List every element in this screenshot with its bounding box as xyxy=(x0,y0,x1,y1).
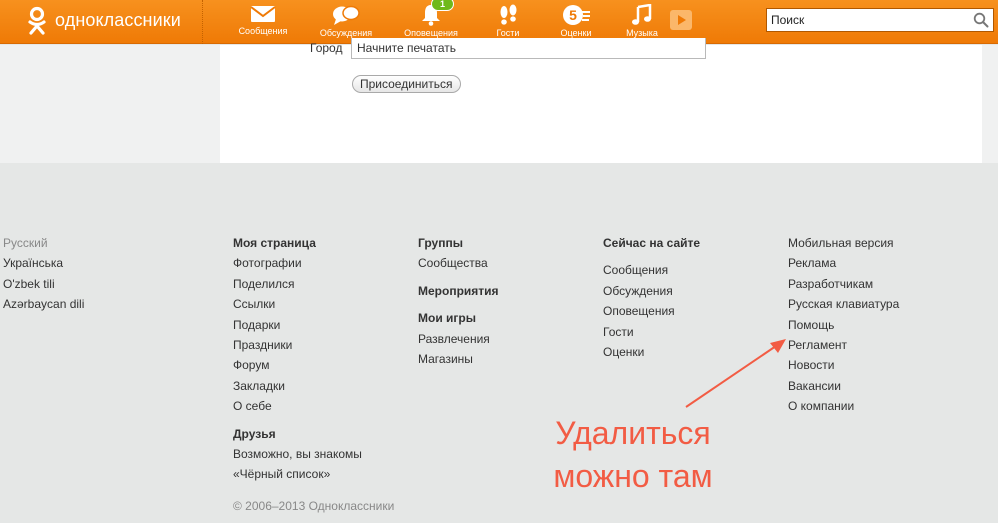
svg-text:5: 5 xyxy=(569,7,577,23)
rating-5-icon: 5 xyxy=(563,5,590,25)
city-label: Город xyxy=(310,41,343,55)
copyright: © 2006–2013 Одноклассники xyxy=(233,499,395,513)
footer-link-shops[interactable]: Магазины xyxy=(418,349,499,369)
left-gutter xyxy=(0,45,220,163)
footer-link-entertainment[interactable]: Развлечения xyxy=(418,329,499,349)
footer-link-guests[interactable]: Гости xyxy=(603,322,700,342)
notifications-badge: 1 xyxy=(431,0,455,11)
language-azerbaijani[interactable]: Azərbaycan dili xyxy=(3,294,84,314)
groups-heading[interactable]: Группы xyxy=(418,233,499,253)
city-input[interactable] xyxy=(351,38,706,59)
envelope-icon xyxy=(250,6,276,22)
footer-link-ads[interactable]: Реклама xyxy=(788,253,899,273)
footer-link-communities[interactable]: Сообщества xyxy=(418,253,499,273)
my-page-heading[interactable]: Моя страница xyxy=(233,233,362,253)
music-note-icon xyxy=(632,4,652,25)
footer-link-regulations[interactable]: Регламент xyxy=(788,335,899,355)
nav-ratings-label: Оценки xyxy=(560,28,592,38)
footer-my-page: Моя страница Фотографии Поделился Ссылки… xyxy=(233,233,362,485)
footer-link-forum[interactable]: Форум xyxy=(233,355,362,375)
footer-link-links[interactable]: Ссылки xyxy=(233,294,362,314)
games-heading[interactable]: Мои игры xyxy=(418,308,499,328)
nav-music-label: Музыка xyxy=(626,28,658,38)
footer-link-vacancies[interactable]: Вакансии xyxy=(788,376,899,396)
footer-link-notifications[interactable]: Оповещения xyxy=(603,301,700,321)
content-card xyxy=(220,45,982,163)
search-input[interactable] xyxy=(767,9,967,31)
nav-discussions-label: Обсуждения xyxy=(319,28,373,38)
footer-link-help[interactable]: Помощь xyxy=(788,315,899,335)
nav-messages[interactable]: Сообщения xyxy=(237,0,289,44)
music-player-button[interactable] xyxy=(670,10,692,30)
annotation-text: Удалиться можно там xyxy=(538,412,728,498)
footer-languages: Русский Українська O'zbek tili Azərbayca… xyxy=(3,233,84,315)
chat-bubbles-icon xyxy=(333,5,360,25)
footer-service-links: Мобильная версия Реклама Разработчикам Р… xyxy=(788,233,899,417)
search-icon[interactable] xyxy=(973,12,989,28)
ok-logo-icon xyxy=(28,6,46,35)
language-ukrainian[interactable]: Українська xyxy=(3,253,84,273)
footer-link-gifts[interactable]: Подарки xyxy=(233,315,362,335)
nav-messages-label: Сообщения xyxy=(238,26,288,36)
footprints-icon xyxy=(500,4,517,25)
language-uzbek[interactable]: O'zbek tili xyxy=(3,274,84,294)
footer-link-news[interactable]: Новости xyxy=(788,355,899,375)
right-gutter xyxy=(982,45,998,163)
footer-link-about-company[interactable]: О компании xyxy=(788,396,899,416)
events-heading[interactable]: Мероприятия xyxy=(418,281,499,301)
language-russian: Русский xyxy=(3,236,48,250)
join-button[interactable]: Присоединиться xyxy=(352,75,461,93)
nav-guests-label: Гости xyxy=(496,28,520,38)
footer-link-blacklist[interactable]: «Чёрный список» xyxy=(233,464,362,484)
footer-link-ratings[interactable]: Оценки xyxy=(603,342,700,362)
footer-link-maybe-know[interactable]: Возможно, вы знакомы xyxy=(233,444,362,464)
footer-link-keyboard[interactable]: Русская клавиатура xyxy=(788,294,899,314)
footer-now-on-site: Сейчас на сайте Сообщения Обсуждения Опо… xyxy=(603,233,700,362)
footer-groups: Группы Сообщества Мероприятия Мои игры Р… xyxy=(418,233,499,369)
search-box xyxy=(766,8,994,32)
footer-link-developers[interactable]: Разработчикам xyxy=(788,274,899,294)
footer-link-discussions[interactable]: Обсуждения xyxy=(603,281,700,301)
logo-text: одноклассники xyxy=(55,10,181,30)
footer-link-mobile[interactable]: Мобильная версия xyxy=(788,233,899,253)
play-icon xyxy=(678,15,686,25)
logo-link[interactable]: одноклассники xyxy=(0,0,203,44)
annotation-line-1: Удалиться xyxy=(555,415,711,451)
footer-link-bookmarks[interactable]: Закладки xyxy=(233,376,362,396)
footer-link-shared[interactable]: Поделился xyxy=(233,274,362,294)
footer-link-photos[interactable]: Фотографии xyxy=(233,253,362,273)
now-on-site-heading: Сейчас на сайте xyxy=(603,236,701,250)
footer-link-about[interactable]: О себе xyxy=(233,396,362,416)
footer-link-messages[interactable]: Сообщения xyxy=(603,260,700,280)
nav-notifications-label: Оповещения xyxy=(404,28,458,38)
friends-heading[interactable]: Друзья xyxy=(233,424,362,444)
footer-link-holidays[interactable]: Праздники xyxy=(233,335,362,355)
annotation-line-2: можно там xyxy=(553,458,713,494)
